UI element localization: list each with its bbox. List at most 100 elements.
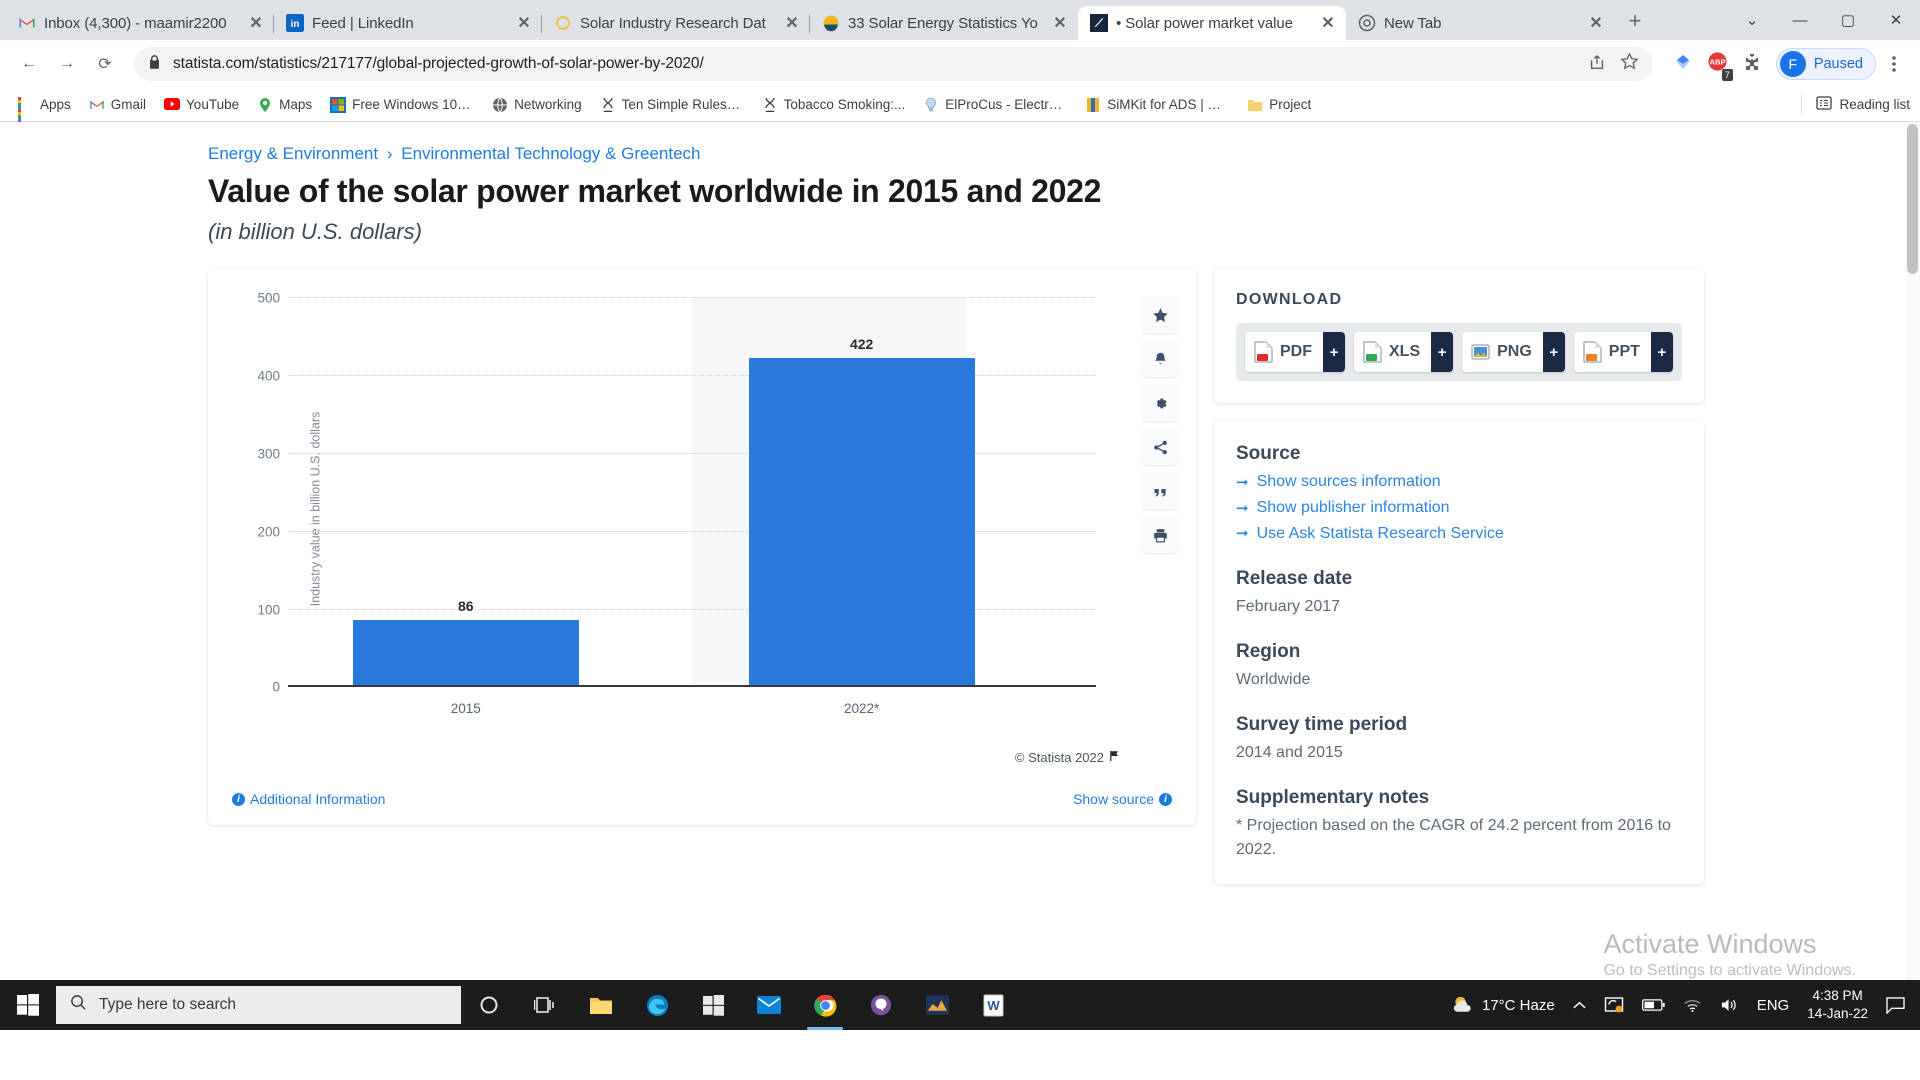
onedrive-sync-icon[interactable] xyxy=(1595,980,1633,1030)
print-icon[interactable] xyxy=(1142,517,1178,553)
close-window-button[interactable]: ✕ xyxy=(1872,0,1920,40)
tab-search-dropdown-icon[interactable]: ⌄ xyxy=(1728,0,1776,40)
reload-button[interactable]: ⟳ xyxy=(88,47,122,81)
share-page-icon[interactable] xyxy=(1588,53,1606,76)
download-ppt-button[interactable]: PPT + xyxy=(1573,332,1673,372)
y-tick-label: 100 xyxy=(257,602,280,618)
breadcrumb-level-2[interactable]: Environmental Technology & Greentech xyxy=(401,144,700,163)
close-icon[interactable]: ✕ xyxy=(246,13,266,33)
y-tick-label: 300 xyxy=(257,446,280,462)
task-view-icon[interactable] xyxy=(517,980,573,1030)
chart-toolbar xyxy=(1142,297,1178,553)
search-input[interactable]: Type here to search xyxy=(56,986,461,1024)
minimize-button[interactable]: — xyxy=(1776,0,1824,40)
page-scrollbar[interactable] xyxy=(1905,122,1920,1030)
mail-icon[interactable] xyxy=(741,980,797,1030)
viber-icon[interactable] xyxy=(853,980,909,1030)
microsoft-store-icon[interactable] xyxy=(685,980,741,1030)
download-xls-button[interactable]: XLS + xyxy=(1354,332,1454,372)
clock[interactable]: 4:38 PM 14-Jan-22 xyxy=(1798,980,1877,1030)
show-publisher-information-link[interactable]: ➞ Show publisher information xyxy=(1236,496,1682,521)
reading-list-button[interactable]: Reading list xyxy=(1801,95,1910,114)
address-bar[interactable]: statista.com/statistics/217177/global-pr… xyxy=(134,47,1653,81)
breadcrumb: Energy & Environment › Environmental Tec… xyxy=(208,144,1920,164)
show-source-link[interactable]: Show source i xyxy=(1073,791,1172,807)
bookmark-elprocus[interactable]: ElProCus - Electroni... xyxy=(915,93,1075,117)
link-label: Use Ask Statista Research Service xyxy=(1256,524,1504,542)
release-date-heading: Release date xyxy=(1236,568,1353,590)
browser-tab-3[interactable]: 33 Solar Energy Statistics Yo ✕ xyxy=(809,6,1078,40)
scrollbar-thumb[interactable] xyxy=(1907,124,1918,274)
maximize-button[interactable]: ▢ xyxy=(1824,0,1872,40)
citation-quote-icon[interactable] xyxy=(1142,473,1178,509)
show-hidden-icons-button[interactable] xyxy=(1564,980,1595,1030)
ask-statista-research-service-link[interactable]: ➞ Use Ask Statista Research Service xyxy=(1236,522,1682,547)
bookmark-project[interactable]: Project xyxy=(1239,93,1319,117)
extensions-puzzle-icon[interactable] xyxy=(1742,52,1762,77)
download-png-expand[interactable]: + xyxy=(1542,332,1565,372)
language-indicator[interactable]: ENG xyxy=(1748,980,1799,1030)
extension-diamond-icon[interactable] xyxy=(1673,52,1693,77)
cortana-icon[interactable] xyxy=(461,980,517,1030)
new-tab-button[interactable]: + xyxy=(1618,4,1652,38)
edge-icon[interactable] xyxy=(629,980,685,1030)
profile-button[interactable]: F Paused xyxy=(1775,48,1876,80)
bookmark-apps[interactable]: Apps xyxy=(10,93,79,124)
bookmark-tobacco-smoking[interactable]: Tobacco Smoking:... xyxy=(754,93,914,117)
browser-tab-1[interactable]: in Feed | LinkedIn ✕ xyxy=(273,6,542,40)
bookmark-star-icon[interactable] xyxy=(1620,52,1639,76)
adblock-icon[interactable]: ABP 7 xyxy=(1707,51,1733,81)
close-icon[interactable]: ✕ xyxy=(514,13,534,33)
close-icon[interactable]: ✕ xyxy=(1050,13,1070,33)
chrome-menu-icon[interactable] xyxy=(1880,47,1908,81)
file-explorer-icon[interactable] xyxy=(573,980,629,1030)
bookmark-simkit-ads-nxp[interactable]: SiMKit for ADS | NXP xyxy=(1077,93,1237,117)
word-icon[interactable]: W xyxy=(965,980,1021,1030)
chart-app-icon[interactable] xyxy=(909,980,965,1030)
flag-icon[interactable] xyxy=(1109,750,1120,765)
chrome-icon[interactable] xyxy=(797,980,853,1030)
svg-text:ABP: ABP xyxy=(1709,57,1725,66)
download-png-button[interactable]: PNG + xyxy=(1462,332,1565,372)
breadcrumb-level-1[interactable]: Energy & Environment xyxy=(208,144,378,163)
show-sources-information-link[interactable]: ➞ Show sources information xyxy=(1236,470,1682,495)
bookmark-networking[interactable]: Networking xyxy=(484,93,590,117)
bar-2022[interactable]: 422 2022* xyxy=(748,336,975,716)
bookmark-ten-simple-rules[interactable]: Ten Simple Rules fo... xyxy=(592,93,752,117)
bookmark-maps[interactable]: Maps xyxy=(249,93,320,117)
arrow-right-icon: ➞ xyxy=(1236,499,1249,517)
settings-gear-icon[interactable] xyxy=(1142,385,1178,421)
start-button[interactable] xyxy=(0,980,56,1030)
action-center-icon[interactable] xyxy=(1877,980,1914,1030)
browser-tab-4-active[interactable]: • Solar power market value ✕ xyxy=(1078,6,1346,40)
browser-tab-0[interactable]: Inbox (4,300) - maamir2200 ✕ xyxy=(6,6,274,40)
volume-icon[interactable] xyxy=(1711,980,1748,1030)
download-pdf-button[interactable]: PDF + xyxy=(1245,332,1345,372)
browser-tab-5[interactable]: New Tab ✕ xyxy=(1346,6,1614,40)
download-pdf-expand[interactable]: + xyxy=(1323,332,1345,372)
notification-bell-icon[interactable] xyxy=(1142,341,1178,377)
close-icon[interactable]: ✕ xyxy=(782,13,802,33)
favorite-star-icon[interactable] xyxy=(1142,297,1178,333)
bookmark-free-windows-10[interactable]: Free Windows 10 Pr... xyxy=(322,93,482,117)
close-icon[interactable]: ✕ xyxy=(1318,13,1338,33)
x-axis-line xyxy=(288,685,1096,687)
browser-tab-2[interactable]: Solar Industry Research Dat ✕ xyxy=(541,6,810,40)
bookmark-gmail[interactable]: Gmail xyxy=(81,93,154,117)
supplementary-notes-value: * Projection based on the CAGR of 24.2 p… xyxy=(1236,817,1671,859)
bar-2015[interactable]: 86 2015 xyxy=(352,598,579,716)
download-xls-expand[interactable]: + xyxy=(1431,332,1454,372)
close-icon[interactable]: ✕ xyxy=(1586,13,1606,33)
back-button[interactable]: ← xyxy=(12,47,46,81)
wifi-icon[interactable] xyxy=(1674,980,1711,1030)
weather-widget[interactable]: 17°C Haze xyxy=(1442,980,1564,1030)
bookmark-youtube[interactable]: YouTube xyxy=(156,93,247,117)
battery-icon[interactable] xyxy=(1633,980,1674,1030)
download-ppt-expand[interactable]: + xyxy=(1650,332,1673,372)
browser-window: Inbox (4,300) - maamir2200 ✕ in Feed | L… xyxy=(0,0,1920,1030)
survey-time-period-value: 2014 and 2015 xyxy=(1236,744,1343,762)
gridline: 200 xyxy=(257,525,1096,540)
additional-information-link[interactable]: i Additional Information xyxy=(232,791,385,807)
forward-button[interactable]: → xyxy=(50,47,84,81)
share-icon[interactable] xyxy=(1142,429,1178,465)
